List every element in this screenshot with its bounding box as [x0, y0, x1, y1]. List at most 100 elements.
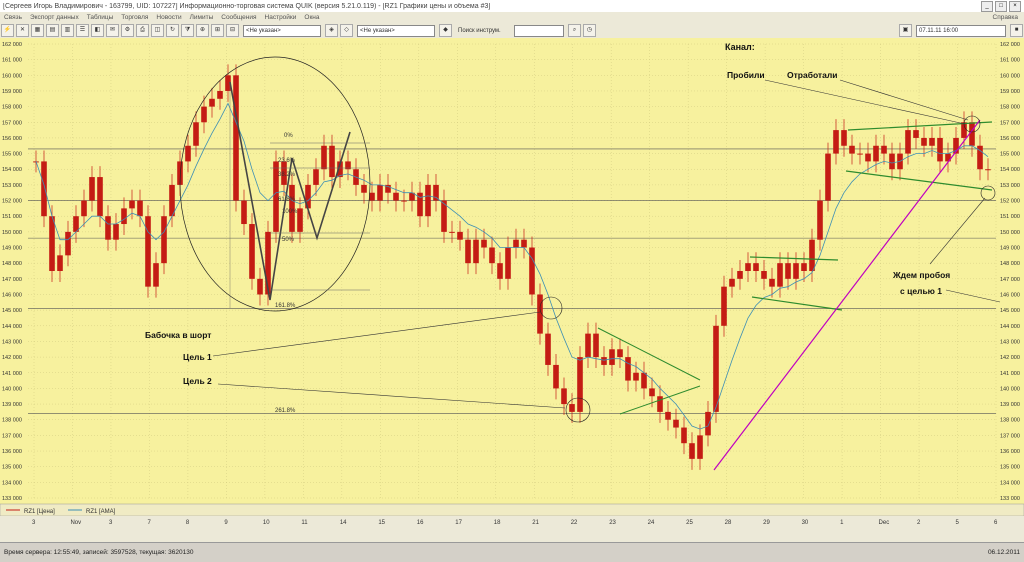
window-icon[interactable]: ◫ — [151, 24, 164, 37]
candle-body — [49, 216, 55, 271]
y-tick-right: 141 000 — [1000, 371, 1020, 377]
candle-body — [377, 185, 383, 201]
candle-body — [193, 122, 199, 145]
y-tick-left: 133 000 — [2, 496, 22, 502]
lock-icon[interactable]: ⊞ — [211, 24, 224, 37]
y-tick-right: 152 000 — [1000, 199, 1020, 205]
candle-body — [313, 169, 319, 185]
fib-label-50: 50% — [282, 237, 295, 243]
menu-item-connection[interactable]: Связь — [0, 14, 26, 21]
refresh-icon[interactable]: ↻ — [166, 24, 179, 37]
close-button[interactable]: × — [1009, 1, 1021, 12]
y-tick-left: 140 000 — [2, 386, 22, 392]
chart-area[interactable]: 133 000134 000135 000136 000137 000138 0… — [0, 38, 1024, 542]
candle-body — [241, 201, 247, 224]
candle-body — [97, 177, 103, 216]
time-icon[interactable]: ◷ — [583, 24, 596, 37]
tool-icon-a[interactable]: ◈ — [325, 24, 338, 37]
y-tick-left: 151 000 — [2, 214, 22, 220]
fib-label-618: 61.8% — [278, 197, 296, 203]
candle-body — [585, 334, 591, 357]
disconnect-icon[interactable]: ✕ — [16, 24, 29, 37]
candle-body — [153, 263, 159, 286]
y-tick-left: 147 000 — [2, 277, 22, 283]
menu-item-limits[interactable]: Лимиты — [186, 14, 218, 21]
legend-ama: RZ1 [AMA] — [86, 509, 116, 515]
print-icon[interactable]: ⎙ — [136, 24, 149, 37]
candle-body — [873, 146, 879, 162]
annotation-broke: Пробили — [727, 70, 765, 80]
candle-body — [297, 208, 303, 231]
candle-body — [361, 185, 367, 193]
candle-body — [609, 349, 615, 365]
limit-icon[interactable]: ◧ — [91, 24, 104, 37]
zoom-icon[interactable]: ⊕ — [196, 24, 209, 37]
y-tick-right: 155 000 — [1000, 152, 1020, 158]
candle-body — [625, 357, 631, 380]
account-select[interactable]: <Не указан> — [243, 25, 321, 37]
y-tick-left: 144 000 — [2, 324, 22, 330]
candle-body — [705, 412, 711, 435]
menu-item-messages[interactable]: Сообщения — [217, 14, 260, 21]
candle-body — [553, 365, 559, 388]
x-tick-label: 16 — [417, 520, 424, 526]
window-title: [Сергеев Игорь Владимирович - 163799, UI… — [0, 3, 981, 10]
x-tick-label: 21 — [532, 520, 539, 526]
y-tick-right: 158 000 — [1000, 105, 1020, 111]
message-icon[interactable]: ✉ — [106, 24, 119, 37]
search-icon[interactable]: ⌕ — [568, 24, 581, 37]
menu-item-trading[interactable]: Торговля — [117, 14, 152, 21]
candle-body — [849, 146, 855, 154]
search-input[interactable] — [514, 25, 564, 37]
menu-item-tables[interactable]: Таблицы — [83, 14, 118, 21]
x-tick-label: 30 — [802, 520, 809, 526]
x-tick-label: Dec — [879, 520, 890, 526]
table-icon[interactable]: ▦ — [31, 24, 44, 37]
maximize-button[interactable]: □ — [995, 1, 1007, 12]
fib-label-0: 0% — [284, 133, 293, 139]
menu-item-help[interactable]: Справка — [989, 14, 1024, 21]
y-tick-right: 139 000 — [1000, 402, 1020, 408]
menu-item-export[interactable]: Экспорт данных — [26, 14, 83, 21]
candle-body — [577, 357, 583, 412]
candle-body — [673, 420, 679, 428]
candle-body — [201, 107, 207, 123]
calendar-icon[interactable]: ▣ — [899, 24, 912, 37]
candle-body — [321, 146, 327, 169]
candle-body — [521, 240, 527, 248]
candle-body — [601, 357, 607, 365]
y-tick-left: 158 000 — [2, 105, 22, 111]
settings-icon[interactable]: ⚙ — [121, 24, 134, 37]
stop-icon[interactable]: ■ — [1010, 24, 1023, 37]
y-tick-right: 162 000 — [1000, 42, 1020, 48]
news-icon[interactable]: ☰ — [76, 24, 89, 37]
annotation-wait: Ждем пробоя — [892, 270, 950, 280]
candle-body — [921, 138, 927, 146]
candle-body — [401, 201, 407, 202]
candle-body — [209, 99, 215, 107]
menu-item-settings[interactable]: Настройки — [261, 14, 301, 21]
candle-body — [633, 373, 639, 381]
minimize-button[interactable]: _ — [981, 1, 993, 12]
chart-tools-icon[interactable]: ⊟ — [226, 24, 239, 37]
tool-icon-c[interactable]: ◆ — [439, 24, 452, 37]
order-icon[interactable]: ▤ — [46, 24, 59, 37]
client-select[interactable]: <Не указан> — [357, 25, 435, 37]
x-tick-label: 11 — [301, 520, 308, 526]
datetime-field[interactable]: 07.11.11 16:00 — [916, 25, 1006, 37]
chart-icon[interactable]: ▥ — [61, 24, 74, 37]
candle-body — [649, 388, 655, 396]
candle-body — [825, 154, 831, 201]
x-tick-label: 17 — [455, 520, 462, 526]
candle-body — [329, 146, 335, 177]
tool-icon-b[interactable]: ◇ — [340, 24, 353, 37]
filter-icon[interactable]: ⧩ — [181, 24, 194, 37]
connect-icon[interactable]: ⚡ — [1, 24, 14, 37]
price-chart[interactable]: 133 000134 000135 000136 000137 000138 0… — [0, 38, 1024, 542]
y-tick-right: 161 000 — [1000, 58, 1020, 64]
x-tick-label: 22 — [571, 520, 578, 526]
fib-label-1618: 161.8% — [275, 303, 296, 309]
y-tick-left: 154 000 — [2, 167, 22, 173]
menu-item-news[interactable]: Новости — [152, 14, 185, 21]
menu-item-windows[interactable]: Окна — [300, 14, 323, 21]
